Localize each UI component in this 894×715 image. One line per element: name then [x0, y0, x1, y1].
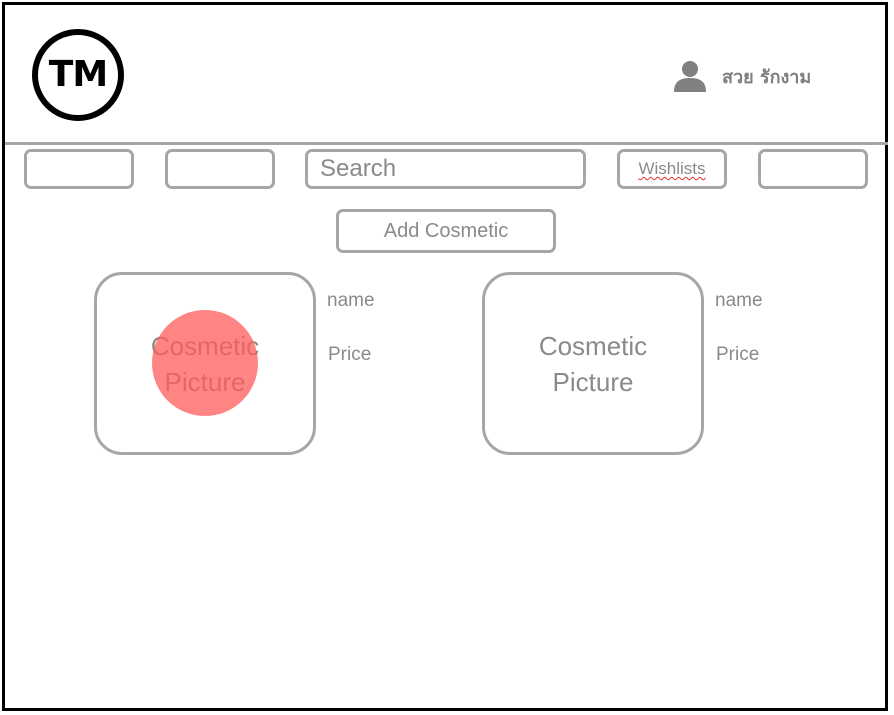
product-price-1: Price — [328, 344, 372, 365]
picture-label-line1: Cosmetic — [150, 330, 260, 361]
picture-placeholder-text: Cosmetic Picture — [115, 328, 295, 400]
wishlists-label: Wishlists — [638, 159, 706, 178]
nav-button-2[interactable] — [165, 149, 275, 189]
product-name-1: name — [327, 290, 375, 311]
picture-label-line1: Cosmetic — [538, 330, 648, 361]
picture-placeholder-text: Cosmetic Picture — [503, 328, 683, 400]
add-cosmetic-label: Add Cosmetic — [383, 219, 509, 242]
user-name: สวย รักงาม — [722, 66, 812, 88]
user-icon — [674, 61, 706, 92]
picture-label-line2: Picture — [552, 366, 634, 397]
product-price-2: Price — [716, 344, 760, 365]
product-name-2: name — [715, 290, 763, 311]
nav-button-5[interactable] — [758, 149, 868, 189]
header-divider — [5, 142, 888, 145]
add-cosmetic-button[interactable]: Add Cosmetic — [336, 209, 556, 253]
product-picture-2[interactable]: Cosmetic Picture — [482, 272, 704, 455]
logo-text: TM — [48, 54, 108, 95]
user-profile[interactable]: สวย รักงาม — [672, 58, 811, 94]
nav-button-1[interactable] — [24, 149, 134, 189]
logo[interactable]: TM — [32, 29, 124, 121]
search-placeholder: Search — [320, 155, 397, 182]
search-input[interactable]: Search — [305, 149, 586, 189]
picture-label-line2: Picture — [164, 366, 246, 397]
product-picture-1[interactable]: Cosmetic Picture — [94, 272, 316, 455]
wishlists-button[interactable]: Wishlists — [617, 149, 727, 189]
